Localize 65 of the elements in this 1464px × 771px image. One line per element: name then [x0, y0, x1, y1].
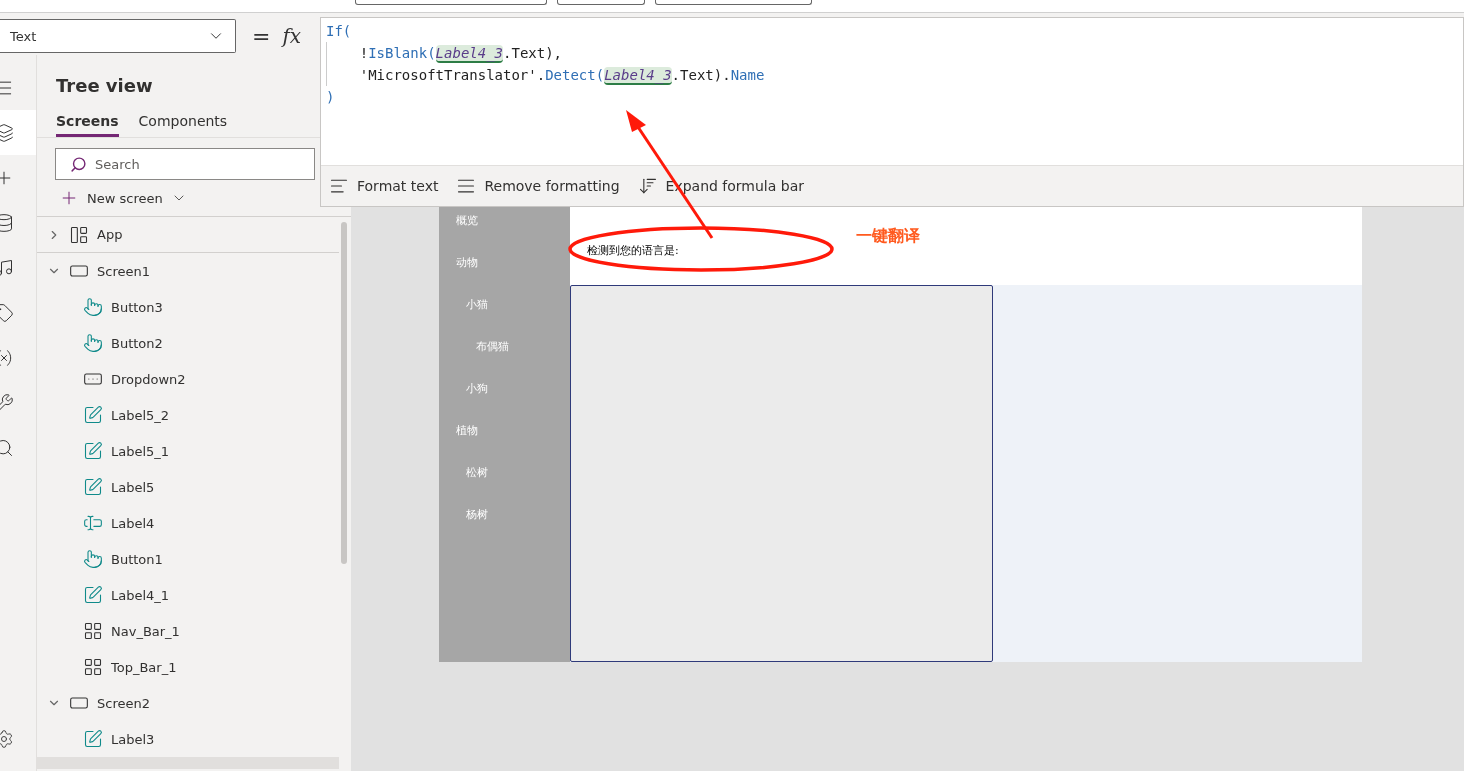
annotation-text: 一键翻译: [856, 226, 920, 247]
toolbar-field[interactable]: [355, 0, 547, 5]
wrench-icon: [0, 392, 14, 413]
layers-icon: [0, 122, 14, 143]
search-field[interactable]: Search: [55, 148, 315, 180]
scrollbar[interactable]: [341, 222, 347, 564]
code-token: !: [358, 45, 369, 61]
code-token: ): [326, 89, 335, 105]
edit-icon: [83, 405, 103, 425]
property-dropdown[interactable]: Text: [0, 19, 236, 53]
tree-item[interactable]: Nav_Bar_1: [111, 623, 180, 639]
tree-item[interactable]: Label4_1: [111, 587, 170, 603]
panel-title: Tree view: [56, 75, 153, 96]
tree-item[interactable]: Screen2: [97, 695, 150, 711]
control-reference: Label4_3: [604, 67, 672, 85]
app-icon: [69, 224, 89, 245]
tree-item[interactable]: Label3: [111, 731, 155, 747]
tree-item[interactable]: Top_Bar_1: [111, 659, 177, 675]
edit-icon: [83, 729, 103, 749]
pointer-icon: [83, 333, 103, 353]
grid-icon: [83, 621, 103, 641]
pointer-icon: [83, 297, 103, 317]
equals-sign: =: [252, 23, 271, 49]
code-token: IsBlank(: [368, 45, 436, 61]
tree-item[interactable]: Dropdown2: [111, 371, 186, 387]
detected-language-label: 检测到您的语言是:: [587, 244, 679, 257]
settings-icon[interactable]: [0, 729, 14, 749]
new-screen-button[interactable]: New screen: [87, 190, 163, 206]
rail-button[interactable]: [0, 110, 36, 155]
database-icon: [0, 212, 14, 233]
tab[interactable]: Screens: [56, 107, 119, 137]
text-input-icon: [83, 513, 103, 533]
tree-item[interactable]: Label5_1: [111, 443, 170, 459]
search-icon: [70, 155, 87, 173]
toolbar-button[interactable]: Remove formatting: [456, 176, 620, 196]
tag-icon: [0, 302, 14, 323]
tree-item[interactable]: Button3: [111, 299, 163, 315]
sort-icon: [637, 176, 658, 196]
pointer-icon: [83, 549, 103, 569]
tree-item[interactable]: Label4: [111, 515, 155, 531]
tree-item[interactable]: Button2: [111, 335, 163, 351]
toolbar-field[interactable]: [655, 0, 812, 5]
code-token: Name: [730, 67, 765, 83]
tab[interactable]: Components: [138, 107, 228, 137]
code-token: .Text).: [671, 67, 731, 83]
control-reference: Label4_3: [435, 45, 504, 63]
search-icon: [0, 437, 14, 458]
variable-icon: [0, 347, 14, 368]
code-token: 'MicrosoftTranslator'.: [358, 67, 546, 83]
toolbar-button[interactable]: Format text: [329, 176, 439, 196]
edit-icon: [83, 477, 103, 497]
edit-icon: [83, 441, 103, 461]
toolbar-field[interactable]: [557, 0, 645, 5]
tree-item[interactable]: App: [97, 227, 123, 242]
edit-icon: [83, 585, 103, 605]
tree-item[interactable]: Label5_2: [111, 407, 170, 423]
tree-item[interactable]: Screen1: [97, 263, 150, 279]
tree-item[interactable]: Label5: [111, 479, 155, 495]
code-token: .Text),: [503, 45, 563, 61]
music-icon: [0, 257, 14, 278]
code-token: If(: [326, 23, 352, 39]
fx-label: fx: [282, 24, 302, 48]
tree-item[interactable]: Button1: [111, 551, 163, 567]
grid-icon: [83, 657, 103, 677]
code-token: Detect(: [545, 67, 605, 83]
